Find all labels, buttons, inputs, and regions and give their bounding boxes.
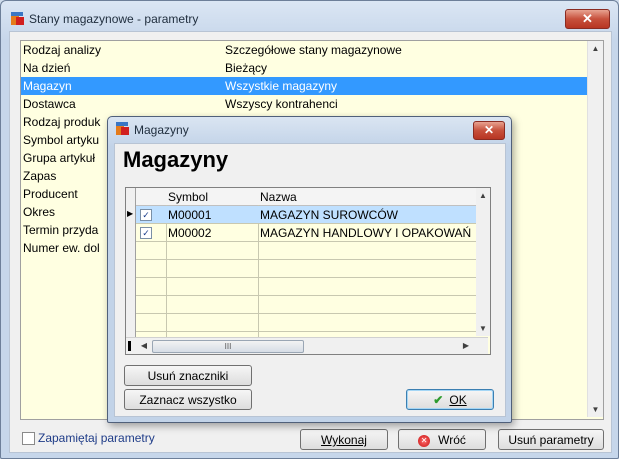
empty-row: [136, 314, 476, 332]
row-checkbox[interactable]: ✓: [140, 227, 152, 239]
param-key: Grupa artykuł: [23, 151, 96, 165]
main-window: Stany magazynowe - parametry ✕ Rodzaj an…: [0, 0, 619, 459]
grid-vertical-scrollbar[interactable]: ▲ ▼: [476, 188, 490, 336]
row-indicator-column: ▶: [126, 188, 136, 352]
ok-button-label: OK: [449, 393, 467, 407]
app-logo-icon: [9, 11, 25, 27]
table-row[interactable]: ✓ M00001 MAGAZYN SUROWCÓW: [136, 206, 476, 224]
window-title: Stany magazynowe - parametry: [29, 12, 199, 26]
cancel-icon: ✕: [418, 434, 431, 447]
scroll-left-arrow-icon[interactable]: ◀: [138, 338, 150, 354]
run-button-label: Wykonaj: [321, 433, 367, 447]
param-key: Na dzień: [23, 61, 71, 75]
warehouses-dialog: Magazyny ✕ Magazyny Symbol Nazwa ▶ ✓ M00…: [107, 116, 512, 423]
back-button-label: Wróć: [438, 433, 466, 447]
clear-marks-button[interactable]: Usuń znaczniki: [124, 365, 252, 386]
cell-name: MAGAZYN HANDLOWY I OPAKOWAŃ: [260, 226, 472, 240]
param-key: Magazyn: [23, 79, 72, 93]
delete-params-label: Usuń parametry: [508, 433, 594, 447]
dialog-logo-icon: [114, 121, 130, 137]
scroll-up-arrow-icon[interactable]: ▲: [476, 188, 490, 203]
cell-symbol: M00001: [168, 208, 212, 222]
param-row-supplier[interactable]: Dostawca Wszyscy kontrahenci: [21, 95, 587, 113]
current-row-arrow-icon: ▶: [127, 209, 134, 218]
table-row[interactable]: ✓ M00002 MAGAZYN HANDLOWY I OPAKOWAŃ: [136, 224, 476, 242]
empty-row: [136, 296, 476, 314]
scroll-right-arrow-icon[interactable]: ▶: [460, 338, 472, 354]
param-row-analysis-type[interactable]: Rodzaj analizy Szczegółowe stany magazyno…: [21, 41, 587, 59]
select-all-button[interactable]: Zaznacz wszystko: [124, 389, 252, 410]
cell-name: MAGAZYN SUROWCÓW: [260, 208, 398, 222]
dialog-heading: Magazyny: [123, 147, 229, 172]
row-checkbox[interactable]: ✓: [140, 209, 152, 221]
param-key: Symbol artyku: [23, 133, 100, 147]
param-key: Termin przyda: [23, 223, 99, 237]
scroll-up-arrow-icon[interactable]: ▲: [588, 41, 603, 56]
window-close-button[interactable]: ✕: [565, 9, 610, 29]
param-key: Producent: [23, 187, 78, 201]
empty-row: [136, 278, 476, 296]
select-all-label: Zaznacz wszystko: [139, 393, 237, 407]
cell-symbol: M00002: [168, 226, 212, 240]
param-value: Szczegółowe stany magazynowe: [225, 43, 402, 57]
param-key: Zapas: [23, 169, 57, 183]
dialog-close-button[interactable]: ✕: [473, 121, 505, 140]
param-value: Wszystkie magazyny: [225, 79, 338, 93]
param-key: Rodzaj analizy: [23, 43, 102, 57]
clear-marks-label: Usuń znaczniki: [147, 369, 229, 383]
remember-params-label[interactable]: Zapamiętaj parametry: [38, 431, 155, 445]
footer-bar: Zapamiętaj parametry Wykonaj ✕ Wróć Usuń …: [20, 428, 610, 450]
empty-row: [136, 260, 476, 278]
remember-params-checkbox[interactable]: [22, 432, 35, 445]
scroll-down-arrow-icon[interactable]: ▼: [588, 402, 603, 417]
param-row-date[interactable]: Na dzień Bieżący: [21, 59, 587, 77]
param-key: Dostawca: [23, 97, 76, 111]
param-key: Okres: [23, 205, 56, 219]
parameter-list-scrollbar[interactable]: ▲ ▼: [587, 41, 603, 417]
column-header-symbol[interactable]: Symbol: [168, 190, 208, 204]
ok-button[interactable]: ✔ OK: [406, 389, 494, 410]
warehouses-grid[interactable]: Symbol Nazwa ▶ ✓ M00001 MAGAZYN SUROWCÓW…: [125, 187, 491, 355]
dialog-client-area: Magazyny Symbol Nazwa ▶ ✓ M00001 MAGAZYN…: [114, 143, 506, 417]
param-key: Numer ew. dol: [23, 241, 100, 255]
run-button[interactable]: Wykonaj: [300, 429, 388, 450]
scroll-thumb[interactable]: III: [152, 340, 304, 353]
param-value: Bieżący: [225, 61, 268, 75]
delete-params-button[interactable]: Usuń parametry: [498, 429, 604, 450]
empty-row: [136, 242, 476, 260]
column-header-name[interactable]: Nazwa: [260, 190, 297, 204]
param-key: Rodzaj produk: [23, 115, 101, 129]
scroll-down-arrow-icon[interactable]: ▼: [476, 321, 490, 336]
checkmark-icon: ✔: [433, 393, 444, 407]
grid-row-marker: [128, 341, 131, 351]
grid-header: Symbol Nazwa: [126, 188, 476, 206]
grid-horizontal-scrollbar[interactable]: ◀ III ▶: [126, 337, 488, 354]
param-value: Wszyscy kontrahenci: [225, 97, 338, 111]
param-row-warehouse[interactable]: Magazyn Wszystkie magazyny: [21, 77, 587, 95]
dialog-title: Magazyny: [134, 123, 189, 137]
back-button[interactable]: ✕ Wróć: [398, 429, 486, 450]
